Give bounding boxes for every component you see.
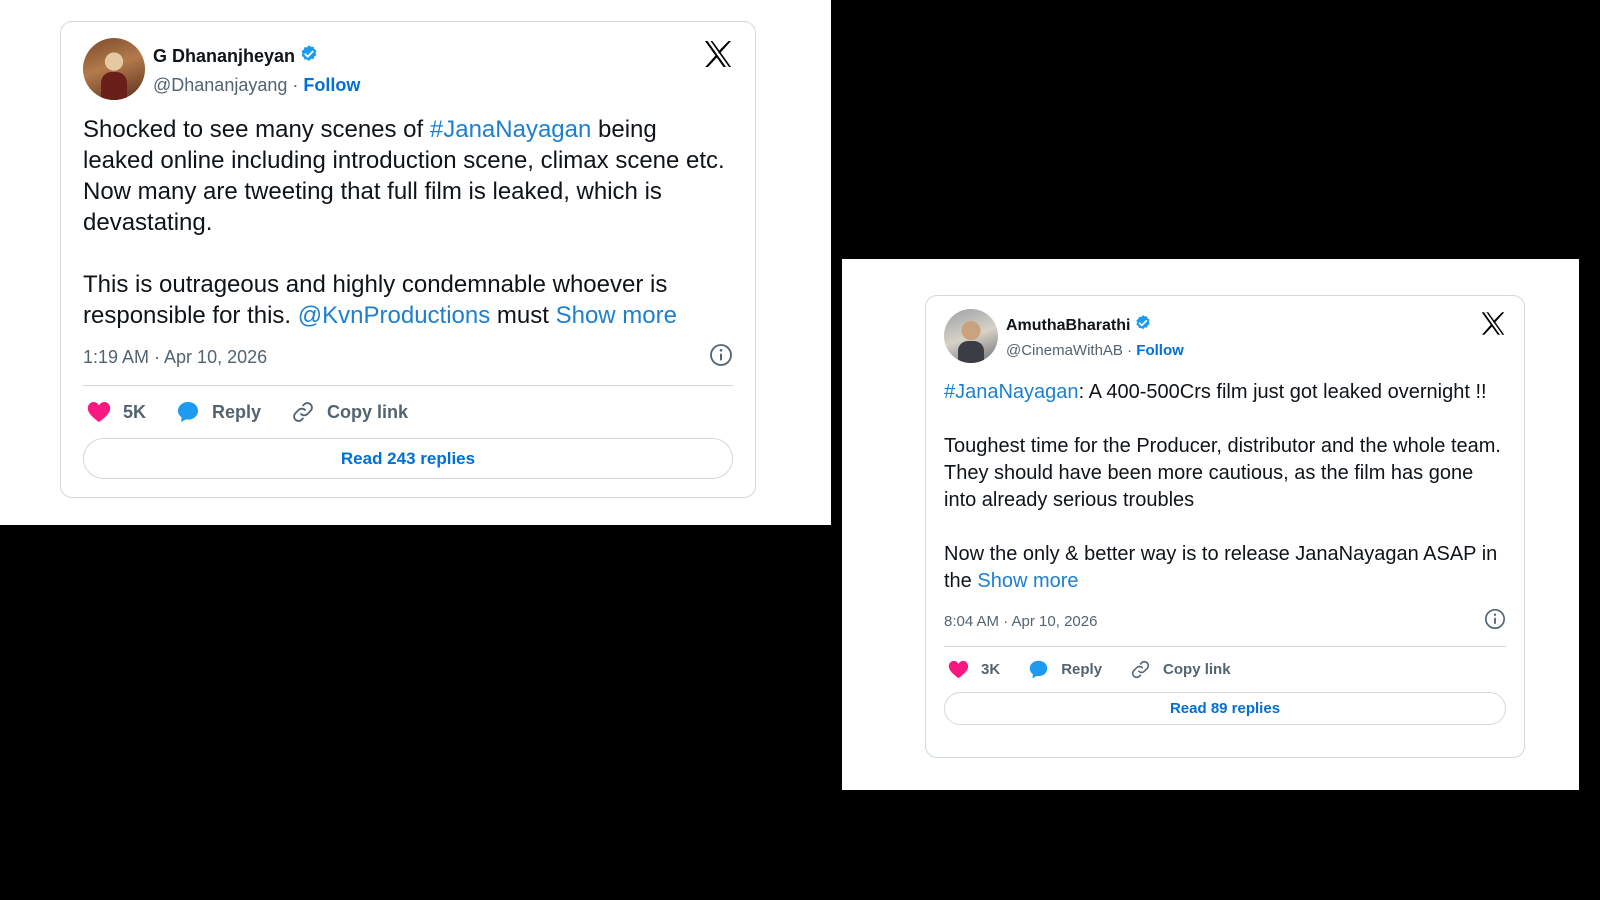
like-button[interactable]: 5K xyxy=(87,401,146,423)
avatar[interactable] xyxy=(944,309,998,363)
x-logo-icon[interactable] xyxy=(703,40,733,73)
link-icon xyxy=(1131,660,1150,678)
copy-link-button[interactable]: Copy link xyxy=(291,400,408,424)
tweet-header: AmuthaBharathi @CinemaWithAB · Follow xyxy=(944,309,1506,363)
tweet-header: G Dhananjheyan @Dhananjayang · Follow xyxy=(83,38,733,100)
timestamp[interactable]: 8:04 AM · Apr 10, 2026 xyxy=(944,613,1097,630)
reply-bubble-icon xyxy=(178,402,199,422)
separator-dot: · xyxy=(292,75,299,95)
copy-link-label: Copy link xyxy=(1163,660,1231,678)
author-name[interactable]: AmuthaBharathi xyxy=(1006,317,1130,335)
verified-badge-icon xyxy=(299,44,319,69)
x-logo-icon[interactable] xyxy=(1480,311,1506,341)
author-name[interactable]: G Dhananjheyan xyxy=(153,46,295,67)
mention-link[interactable]: @KvnProductions xyxy=(298,302,490,329)
read-replies-button[interactable]: Read 89 replies xyxy=(944,692,1506,725)
tweet-meta: 8:04 AM · Apr 10, 2026 xyxy=(944,608,1506,647)
separator-dot: · xyxy=(1127,342,1133,359)
show-more-link[interactable]: Show more xyxy=(977,570,1078,592)
info-icon[interactable] xyxy=(1484,608,1506,634)
tweet-card: AmuthaBharathi @CinemaWithAB · Follow #J… xyxy=(925,295,1525,758)
read-replies-button[interactable]: Read 243 replies xyxy=(83,438,733,479)
tweet-actions: 3K Reply Copy link xyxy=(944,647,1506,691)
tweet-meta: 1:19 AM · Apr 10, 2026 xyxy=(83,343,733,386)
author-block: AmuthaBharathi @CinemaWithAB · Follow xyxy=(1006,309,1184,359)
reply-label: Reply xyxy=(1061,660,1103,678)
heart-icon xyxy=(948,660,969,678)
screenshot-panel-2: AmuthaBharathi @CinemaWithAB · Follow #J… xyxy=(842,259,1579,790)
tweet-paragraph: #JanaNayagan: A 400-500Crs film just got… xyxy=(944,381,1487,403)
like-count: 3K xyxy=(981,660,1001,678)
hashtag-link[interactable]: #JanaNayagan xyxy=(430,116,591,143)
screenshot-panel-1: G Dhananjheyan @Dhananjayang · Follow Sh… xyxy=(0,0,831,525)
timestamp[interactable]: 1:19 AM · Apr 10, 2026 xyxy=(83,347,267,368)
link-icon xyxy=(293,402,313,422)
copy-link-button[interactable]: Copy link xyxy=(1130,659,1231,680)
tweet-paragraph: Toughest time for the Producer, distribu… xyxy=(944,435,1501,511)
tweet-actions: 5K Reply Copy link xyxy=(83,386,733,438)
like-button[interactable]: 3K xyxy=(948,660,1000,679)
like-count: 5K xyxy=(123,401,147,422)
author-block: G Dhananjheyan @Dhananjayang · Follow xyxy=(153,38,360,96)
reply-label: Reply xyxy=(212,401,262,422)
tweet-paragraph: Shocked to see many scenes of #JanaNayag… xyxy=(83,116,725,236)
verified-badge-icon xyxy=(1134,314,1152,337)
avatar[interactable] xyxy=(83,38,145,100)
heart-icon xyxy=(87,402,111,422)
info-icon[interactable] xyxy=(709,343,733,372)
show-more-link[interactable]: Show more xyxy=(556,302,677,329)
reply-bubble-icon xyxy=(1029,660,1048,678)
tweet-paragraph: This is outrageous and highly condemnabl… xyxy=(83,271,677,329)
copy-link-label: Copy link xyxy=(327,401,409,422)
tweet-text: Shocked to see many scenes of #JanaNayag… xyxy=(83,114,733,331)
tweet-text: #JanaNayagan: A 400-500Crs film just got… xyxy=(944,379,1506,595)
author-handle[interactable]: @CinemaWithAB xyxy=(1006,342,1123,359)
hashtag-link[interactable]: #JanaNayagan xyxy=(944,381,1079,403)
reply-button[interactable]: Reply xyxy=(1028,659,1102,680)
author-handle[interactable]: @Dhananjayang xyxy=(153,75,287,95)
follow-button[interactable]: Follow xyxy=(1136,342,1184,359)
reply-button[interactable]: Reply xyxy=(176,400,261,424)
tweet-card: G Dhananjheyan @Dhananjayang · Follow Sh… xyxy=(60,21,756,498)
tweet-paragraph: Now the only & better way is to release … xyxy=(944,543,1498,592)
follow-button[interactable]: Follow xyxy=(303,75,360,95)
